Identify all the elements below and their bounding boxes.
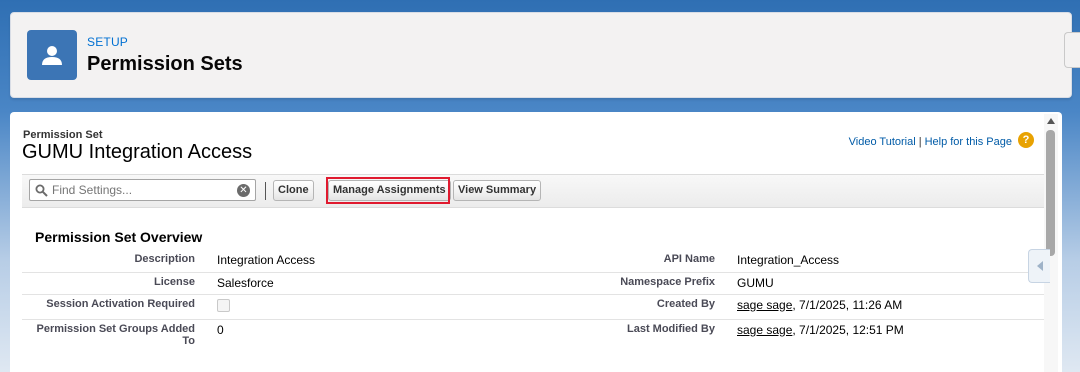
last-modified-by-date: , 7/1/2025, 12:51 PM <box>792 322 904 337</box>
view-summary-button[interactable]: View Summary <box>453 180 542 201</box>
scroll-up-arrow[interactable] <box>1047 118 1055 124</box>
header-side-handle[interactable] <box>1064 32 1080 68</box>
search-input[interactable] <box>52 183 232 197</box>
last-modified-by-user-link[interactable]: sage sage <box>737 323 792 337</box>
overview-table: Description Integration Access API Name … <box>22 250 1044 351</box>
record-type-label: Permission Set <box>23 129 103 141</box>
help-icon[interactable]: ? <box>1018 132 1034 148</box>
created-by-value: sage sage, 7/1/2025, 11:26 AM <box>737 294 1044 320</box>
chevron-left-icon <box>1036 261 1043 271</box>
help-separator: | <box>918 136 922 148</box>
permission-set-groups-value: 0 <box>217 322 224 337</box>
last-modified-by-label: Last Modified By <box>626 322 715 335</box>
description-label: Description <box>22 250 217 273</box>
namespace-prefix-value: GUMU <box>737 272 1044 295</box>
scroll-thumb[interactable] <box>1046 130 1055 256</box>
header-eyebrow[interactable]: SETUP <box>87 35 128 49</box>
clear-icon[interactable]: ✕ <box>237 184 250 197</box>
page-header: SETUP Permission Sets <box>10 12 1072 98</box>
last-modified-by-value: sage sage, 7/1/2025, 12:51 PM <box>737 319 1044 351</box>
search-icon <box>30 184 52 197</box>
detail-row: Description Integration Access API Name … <box>22 250 1044 273</box>
api-name-value: Integration_Access <box>737 250 1044 273</box>
video-tutorial-link[interactable]: Video Tutorial <box>849 136 916 148</box>
api-name-label: API Name <box>527 250 737 273</box>
manage-assignments-button[interactable]: Manage Assignments <box>328 180 451 201</box>
side-panel-tab[interactable] <box>1028 249 1050 283</box>
license-value: Salesforce <box>217 272 527 295</box>
created-by-date: , 7/1/2025, 11:26 AM <box>792 297 903 312</box>
namespace-prefix-label: Namespace Prefix <box>527 272 737 295</box>
created-by-user-link[interactable]: sage sage <box>737 298 792 312</box>
detail-row: Session Activation Required Created By s… <box>22 294 1044 320</box>
search-field[interactable]: ✕ <box>29 179 256 201</box>
section-title: Permission Set Overview <box>35 229 203 245</box>
page-title: Permission Sets <box>87 53 243 75</box>
user-icon <box>27 30 77 80</box>
main-content: Permission Set GUMU Integration Access V… <box>10 112 1062 372</box>
license-label: License <box>22 272 217 295</box>
record-name: GUMU Integration Access <box>22 141 253 163</box>
help-page-link[interactable]: Help for this Page <box>925 136 1012 148</box>
clone-button[interactable]: Clone <box>273 180 314 201</box>
session-activation-label: Session Activation Required <box>22 294 217 320</box>
detail-row: License Salesforce Namespace Prefix GUMU <box>22 272 1044 295</box>
help-links: Video Tutorial | Help for this Page ? <box>849 132 1034 150</box>
permission-set-groups-label: Permission Set Groups Added To <box>36 322 195 347</box>
detail-row: Permission Set Groups Added To 0 Last Mo… <box>22 319 1044 351</box>
description-value: Integration Access <box>217 250 527 273</box>
toolbar: ✕ Clone Manage Assignments View Summary <box>22 174 1044 208</box>
created-by-label: Created By <box>527 294 737 320</box>
toolbar-divider <box>265 182 266 200</box>
session-activation-checkbox <box>217 298 230 312</box>
